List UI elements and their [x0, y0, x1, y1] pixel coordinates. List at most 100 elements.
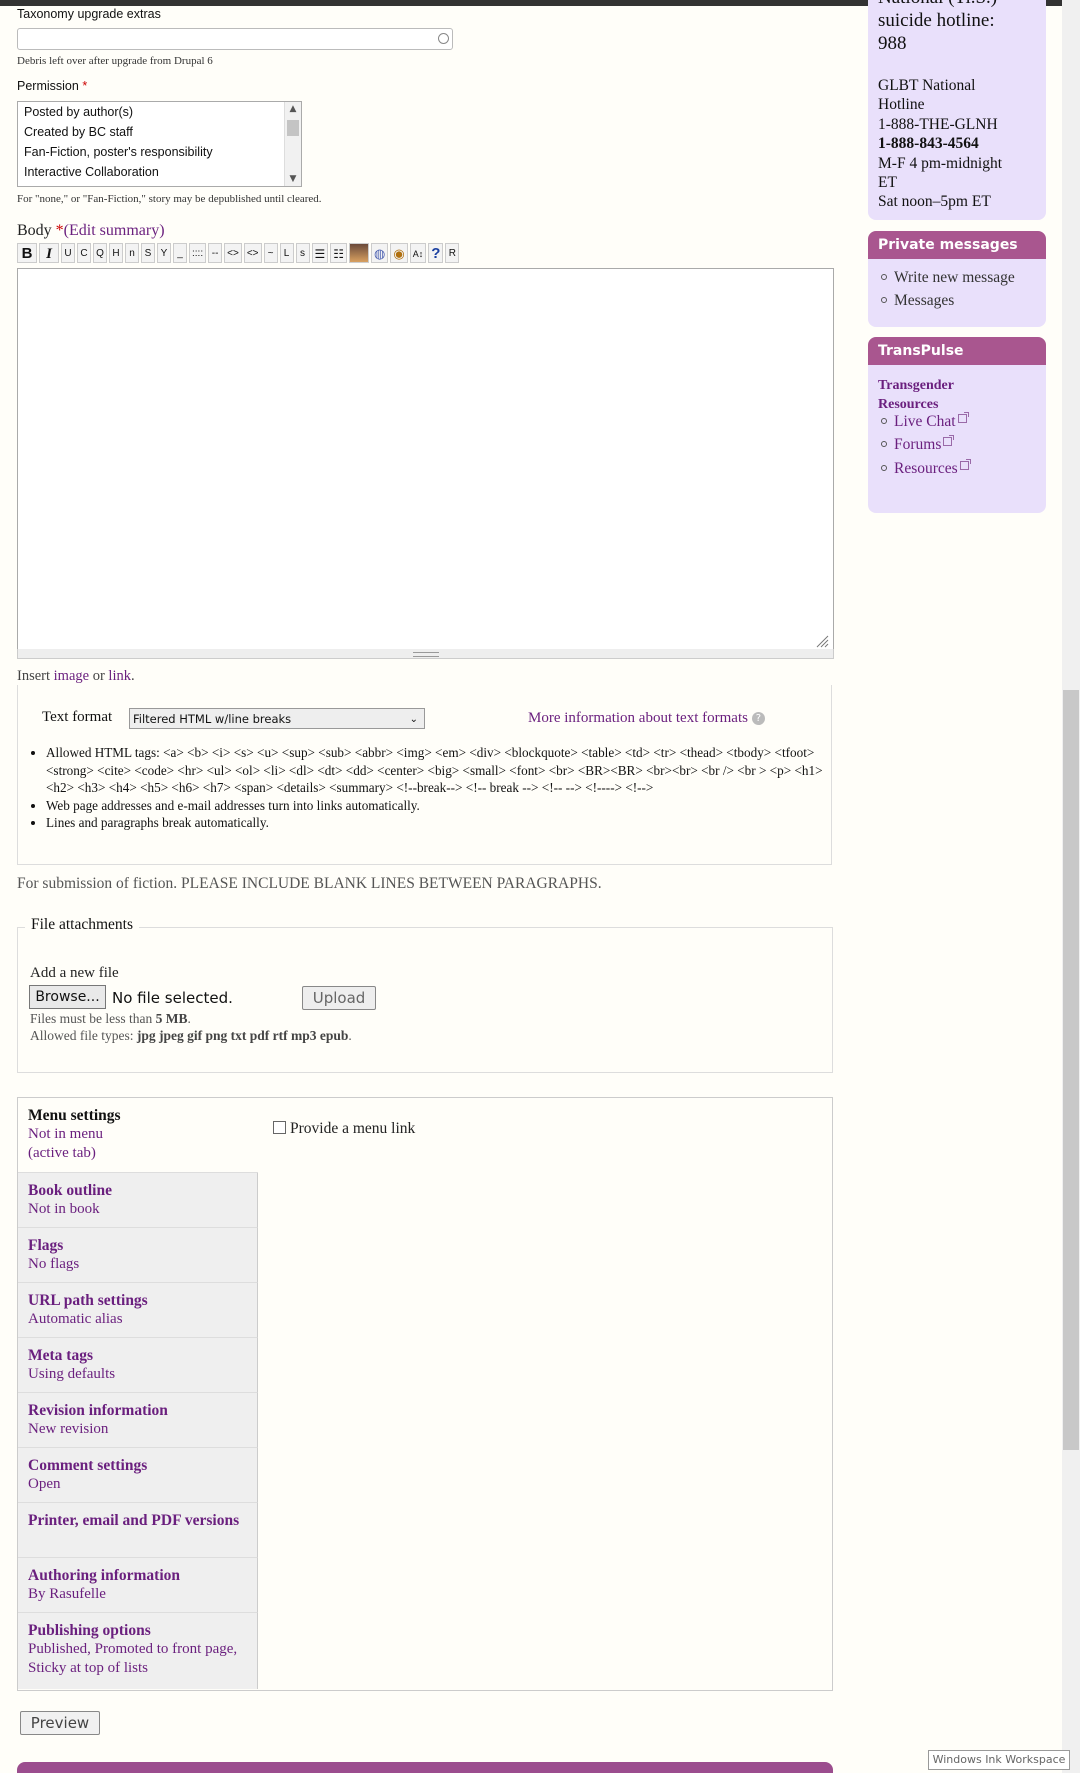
messages-link[interactable]: Messages: [881, 292, 954, 310]
body-textarea[interactable]: [17, 268, 834, 651]
textarea-grippie[interactable]: [17, 649, 834, 659]
tilde-button[interactable]: ~: [263, 243, 278, 263]
text-size-icon[interactable]: A↕: [409, 243, 427, 263]
y-button[interactable]: Y: [157, 243, 171, 263]
n-button[interactable]: n: [125, 243, 139, 263]
tab-title: Comment settings: [28, 1457, 148, 1474]
scroll-thumb[interactable]: [287, 120, 299, 136]
s-button[interactable]: s: [295, 243, 310, 263]
web-link-icon[interactable]: ◍: [371, 243, 389, 263]
permission-label-text: Permission: [17, 79, 79, 93]
dots-button[interactable]: ::::: [189, 243, 207, 263]
private-messages-title: Private messages: [868, 231, 1046, 259]
ordered-list-icon[interactable]: ☰: [311, 243, 329, 263]
tab-book-outline[interactable]: Book outline Not in book: [18, 1173, 258, 1228]
tab-publishing-options[interactable]: Publishing options Published, Promoted t…: [18, 1613, 258, 1689]
text-format-selected: Filtered HTML w/line breaks: [133, 712, 292, 726]
write-new-message-link[interactable]: Write new message: [881, 269, 1015, 287]
transpulse-title: TransPulse: [868, 337, 1046, 365]
scroll-down-icon[interactable]: ▼: [285, 172, 301, 186]
center-button[interactable]: C: [77, 243, 91, 263]
chevron-down-icon: ⌄: [409, 714, 418, 725]
question-icon[interactable]: ?: [751, 712, 765, 726]
tab-flags[interactable]: Flags No flags: [18, 1228, 258, 1283]
text-format-label: Text format: [42, 709, 113, 725]
permission-description: For "none," or "Fan-Fiction," story may …: [17, 193, 322, 205]
upload-button[interactable]: Upload: [302, 986, 376, 1010]
page-scroll-thumb[interactable]: [1063, 690, 1079, 1450]
text-format-select[interactable]: Filtered HTML w/line breaks ⌄: [129, 708, 425, 729]
external-link-icon: [957, 412, 969, 423]
provide-menu-link[interactable]: Provide a menu link: [273, 1120, 415, 1138]
tab-summary: Published, Promoted to front page, Stick…: [28, 1641, 238, 1676]
tab-printer-email-pdf[interactable]: Printer, email and PDF versions: [18, 1503, 258, 1558]
tab-meta-tags[interactable]: Meta tags Using defaults: [18, 1338, 258, 1393]
permission-option[interactable]: Created by BC staff: [18, 122, 301, 142]
tab-revision-information[interactable]: Revision information New revision: [18, 1393, 258, 1448]
hotline-line: 988: [878, 33, 907, 54]
scroll-up-icon[interactable]: ▲: [285, 102, 301, 116]
permission-scrollbar[interactable]: ▲ ▼: [284, 102, 301, 186]
underline-button[interactable]: U: [61, 243, 75, 263]
quote-button[interactable]: Q: [93, 243, 107, 263]
edit-summary-link[interactable]: Edit summary: [69, 222, 159, 239]
eye-preview-icon[interactable]: ◉: [390, 243, 408, 263]
strike-button[interactable]: S: [141, 243, 155, 263]
permission-select[interactable]: Posted by author(s) Created by BC staff …: [17, 101, 302, 187]
tab-active-note: (active tab): [28, 1145, 96, 1161]
glbt-hotline: GLBT National Hotline 1-888-THE-GLNH 1-8…: [878, 76, 1002, 212]
live-chat-link[interactable]: Live Chat: [881, 412, 969, 431]
menu-link-checkbox[interactable]: [273, 1121, 286, 1134]
required-marker: *: [55, 222, 64, 239]
autocomplete-icon: [438, 33, 449, 44]
tab-url-path-settings[interactable]: URL path settings Automatic alias: [18, 1283, 258, 1338]
external-link-icon: [943, 435, 955, 446]
permission-option[interactable]: Fan-Fiction, poster's responsibility: [18, 142, 301, 162]
heading-line: Transgender: [878, 378, 954, 393]
tab-summary: Not in menu: [28, 1126, 103, 1142]
image-icon[interactable]: [349, 243, 370, 263]
preview-button[interactable]: Preview: [20, 1711, 100, 1735]
underscore-button[interactable]: _: [173, 243, 187, 263]
more-info-link[interactable]: More information about text formats: [528, 710, 748, 726]
help-icon[interactable]: ?: [428, 243, 444, 263]
unordered-list-icon[interactable]: ☷: [330, 243, 348, 263]
permission-option[interactable]: Interactive Collaboration: [18, 162, 301, 182]
format-tip: Allowed HTML tags: <a> <b> <i> <s> <u> <…: [46, 744, 836, 797]
tab-title: Authoring information: [28, 1567, 180, 1584]
file-attachments-legend[interactable]: File attachments: [25, 916, 140, 934]
tab-title: Publishing options: [28, 1622, 151, 1639]
resize-handle-icon[interactable]: [815, 634, 829, 648]
l-button[interactable]: L: [279, 243, 294, 263]
resources-link[interactable]: Resources: [881, 459, 971, 478]
windows-ink-workspace-button[interactable]: Windows Ink Workspace: [928, 1750, 1070, 1770]
tab-comment-settings[interactable]: Comment settings Open: [18, 1448, 258, 1503]
code-block-button[interactable]: <>: [243, 243, 262, 263]
insert-image-link[interactable]: image: [54, 668, 89, 684]
tab-menu-settings[interactable]: Menu settings Not in menu (active tab): [18, 1098, 258, 1173]
insert-line: Insert image or link.: [17, 668, 135, 685]
code-button[interactable]: <>: [224, 243, 242, 263]
dash-button[interactable]: --: [208, 243, 223, 263]
editor-toolbar: B I U C Q H n S Y _ :::: -- <> <> ~ L s …: [17, 243, 460, 265]
glbt-phone: 1-888-843-4564: [878, 135, 979, 153]
tab-authoring-information[interactable]: Authoring information By Rasufelle: [18, 1558, 258, 1613]
forums-link[interactable]: Forums: [881, 435, 955, 454]
insert-link-link[interactable]: link: [108, 668, 131, 684]
heading-button[interactable]: H: [109, 243, 123, 263]
browse-button[interactable]: Browse...: [29, 985, 106, 1009]
tab-summary: New revision: [28, 1421, 109, 1437]
tab-title: URL path settings: [28, 1292, 148, 1309]
tab-summary: Not in book: [28, 1201, 100, 1217]
italic-button[interactable]: I: [39, 243, 59, 263]
file-types-list: jpg jpeg gif png txt pdf rtf mp3 epub: [136, 1028, 349, 1043]
vertical-tabs-list: Menu settings Not in menu (active tab) B…: [18, 1098, 258, 1689]
external-link-icon: [959, 459, 971, 470]
r-button[interactable]: R: [445, 243, 460, 263]
add-file-label: Add a new file: [30, 965, 119, 981]
taxonomy-input[interactable]: [17, 28, 453, 50]
hotline-line: suicide hotline:: [878, 10, 995, 31]
permission-option[interactable]: Posted by author(s): [18, 102, 301, 122]
tab-summary: By Rasufelle: [28, 1586, 106, 1602]
bold-button[interactable]: B: [17, 243, 37, 263]
